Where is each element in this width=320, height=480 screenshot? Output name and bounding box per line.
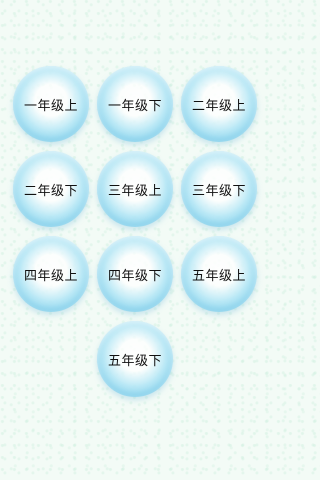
grade-button-label: 五年级下	[107, 353, 162, 369]
grade-button-4-lower[interactable]: 四年级下	[97, 236, 173, 312]
grade-button-5-lower[interactable]: 五年级下	[97, 321, 173, 397]
grade-button-3-lower[interactable]: 三年级下	[181, 151, 257, 227]
grade-button-2-upper[interactable]: 二年级上	[181, 66, 257, 142]
grade-button-1-lower[interactable]: 一年级下	[97, 66, 173, 142]
grade-button-label: 一年级下	[107, 98, 162, 114]
grade-button-3-upper[interactable]: 三年级上	[97, 151, 173, 227]
grade-button-label: 二年级下	[23, 183, 78, 199]
grade-button-label: 四年级上	[23, 268, 78, 284]
grade-button-5-upper[interactable]: 五年级上	[181, 236, 257, 312]
grade-button-label: 一年级上	[23, 98, 78, 114]
grade-selection-grid: 一年级上 一年级下 二年级上 二年级下 三年级上 三年级下 四年级上 四年级下 …	[0, 0, 270, 480]
grade-button-1-upper[interactable]: 一年级上	[13, 66, 89, 142]
grade-button-label: 三年级上	[107, 183, 162, 199]
grade-button-4-upper[interactable]: 四年级上	[13, 236, 89, 312]
grade-button-label: 四年级下	[107, 268, 162, 284]
grade-button-label: 五年级上	[191, 268, 246, 284]
grade-button-2-lower[interactable]: 二年级下	[13, 151, 89, 227]
grade-button-label: 三年级下	[191, 183, 246, 199]
grade-button-label: 二年级上	[191, 98, 246, 114]
